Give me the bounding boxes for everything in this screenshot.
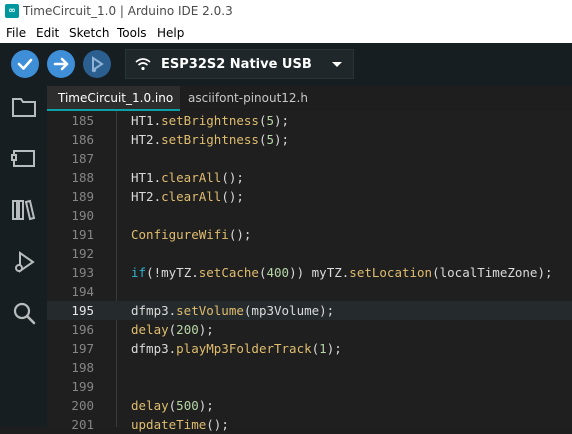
code-line[interactable]: 201 updateTime(); bbox=[47, 415, 572, 434]
code-line[interactable]: 199 bbox=[47, 377, 572, 396]
title-bar: ∞ TimeCircuit_1.0 | Arduino IDE 2.0.3 bbox=[0, 0, 572, 23]
code-text[interactable]: HT1.setBrightness(5); bbox=[131, 113, 289, 128]
library-icon[interactable] bbox=[11, 197, 37, 223]
code-text[interactable]: delay(200); bbox=[131, 322, 214, 337]
toolbar: ESP32S2 Native USB bbox=[0, 43, 572, 86]
code-text[interactable]: delay(500); bbox=[131, 398, 214, 413]
debug-button[interactable] bbox=[83, 50, 111, 78]
line-number: 201 bbox=[71, 417, 94, 432]
line-number: 190 bbox=[71, 208, 94, 223]
chevron-down-icon bbox=[332, 62, 342, 67]
line-number: 186 bbox=[71, 132, 94, 147]
line-number: 188 bbox=[71, 170, 94, 185]
line-number: 199 bbox=[71, 379, 94, 394]
checkmark-icon bbox=[11, 50, 39, 78]
code-line[interactable]: 194 bbox=[47, 282, 572, 301]
line-number: 185 bbox=[71, 113, 94, 128]
upload-button[interactable] bbox=[47, 50, 75, 78]
code-text[interactable]: ConfigureWifi(); bbox=[131, 227, 251, 242]
arduino-logo-icon: ∞ bbox=[5, 4, 19, 18]
search-icon[interactable] bbox=[11, 300, 37, 326]
editor-tabs: TimeCircuit_1.0.ino asciifont-pinout12.h bbox=[47, 86, 572, 111]
activity-sidebar bbox=[0, 86, 47, 427]
code-line[interactable]: 195 dfmp3.setVolume(mp3Volume); bbox=[47, 301, 572, 320]
menu-file[interactable]: File bbox=[6, 26, 26, 40]
code-line[interactable]: 185 HT1.setBrightness(5); bbox=[47, 111, 572, 130]
code-line[interactable]: 192 bbox=[47, 244, 572, 263]
line-number: 195 bbox=[71, 303, 94, 318]
line-number: 187 bbox=[71, 151, 94, 166]
line-number: 191 bbox=[71, 227, 94, 242]
line-number: 196 bbox=[71, 322, 94, 337]
code-line[interactable]: 196 delay(200); bbox=[47, 320, 572, 339]
code-line[interactable]: 187 bbox=[47, 149, 572, 168]
line-number: 193 bbox=[71, 265, 94, 280]
line-number: 189 bbox=[71, 189, 94, 204]
code-line[interactable]: 190 bbox=[47, 206, 572, 225]
menu-sketch[interactable]: Sketch bbox=[69, 26, 109, 40]
code-text[interactable]: HT2.setBrightness(5); bbox=[131, 132, 289, 147]
debug-icon bbox=[83, 50, 111, 78]
menu-bar: File Edit Sketch Tools Help bbox=[0, 23, 572, 43]
code-text[interactable]: HT2.clearAll(); bbox=[131, 189, 244, 204]
menu-tools[interactable]: Tools bbox=[117, 26, 147, 40]
code-line[interactable]: 191 ConfigureWifi(); bbox=[47, 225, 572, 244]
board-icon[interactable] bbox=[11, 145, 37, 171]
code-line[interactable]: 189 HT2.clearAll(); bbox=[47, 187, 572, 206]
code-line[interactable]: 198 bbox=[47, 358, 572, 377]
code-line[interactable]: 197 dfmp3.playMp3FolderTrack(1); bbox=[47, 339, 572, 358]
menu-edit[interactable]: Edit bbox=[36, 26, 59, 40]
line-number: 197 bbox=[71, 341, 94, 356]
code-text[interactable]: dfmp3.playMp3FolderTrack(1); bbox=[131, 341, 342, 356]
line-number: 200 bbox=[71, 398, 94, 413]
wifi-icon bbox=[135, 58, 151, 71]
arrow-right-icon bbox=[47, 50, 75, 78]
line-number: 194 bbox=[71, 284, 94, 299]
code-line[interactable]: 188 HT1.clearAll(); bbox=[47, 168, 572, 187]
tab-asciifont[interactable]: asciifont-pinout12.h bbox=[180, 86, 328, 111]
code-text[interactable]: dfmp3.setVolume(mp3Volume); bbox=[131, 303, 334, 318]
tab-timecircuit[interactable]: TimeCircuit_1.0.ino bbox=[47, 86, 180, 111]
code-text[interactable]: updateTime(); bbox=[131, 417, 229, 432]
line-number: 198 bbox=[71, 360, 94, 375]
code-line[interactable]: 193 if(!myTZ.setCache(400)) myTZ.setLocat… bbox=[47, 263, 572, 282]
menu-help[interactable]: Help bbox=[157, 26, 184, 40]
code-line[interactable]: 200 delay(500); bbox=[47, 396, 572, 415]
line-number: 192 bbox=[71, 246, 94, 261]
board-selector[interactable]: ESP32S2 Native USB bbox=[125, 49, 354, 79]
debug-icon[interactable] bbox=[11, 249, 37, 275]
code-text[interactable]: if(!myTZ.setCache(400)) myTZ.setLocation… bbox=[131, 265, 553, 280]
code-editor[interactable]: 185 HT1.setBrightness(5); 186 HT2.setBright… bbox=[47, 111, 572, 432]
window-title: TimeCircuit_1.0 | Arduino IDE 2.0.3 bbox=[23, 4, 233, 18]
folder-icon[interactable] bbox=[11, 94, 37, 120]
code-line[interactable]: 186 HT2.setBrightness(5); bbox=[47, 130, 572, 149]
verify-button[interactable] bbox=[11, 50, 39, 78]
board-name: ESP32S2 Native USB bbox=[161, 57, 312, 72]
code-text[interactable]: HT1.clearAll(); bbox=[131, 170, 244, 185]
